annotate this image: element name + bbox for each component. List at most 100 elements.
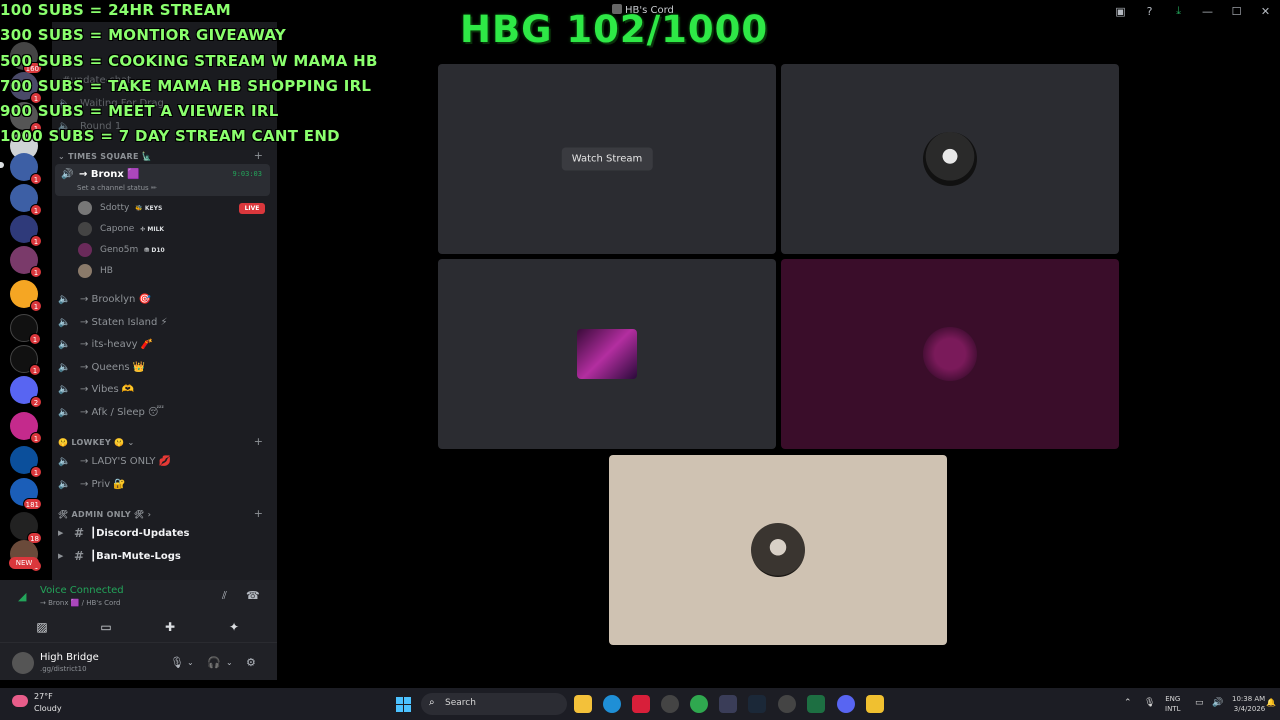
app-icon[interactable] <box>778 695 796 713</box>
activities-icon: ✚ <box>164 620 176 634</box>
mention-badge: 1 <box>30 300 42 312</box>
gear-icon[interactable]: ⚙ <box>246 656 256 669</box>
hash-icon: # <box>74 549 85 563</box>
voice-status-subtitle[interactable]: → Bronx 🟪 / HB's Cord <box>40 599 120 607</box>
language-indicator[interactable]: ENG INTL <box>1165 694 1180 714</box>
voice-user[interactable]: Capone ✢ MILK <box>78 220 164 238</box>
channel-afk-sleep[interactable]: 🔈 → Afk / Sleep 😴 <box>58 402 164 422</box>
discord-icon[interactable] <box>837 695 855 713</box>
noise-suppression-icon[interactable]: ⫽ <box>222 589 227 603</box>
user-name[interactable]: High Bridge <box>40 652 99 663</box>
microphone-icon[interactable]: 🎙 <box>1144 698 1155 708</box>
maximize-icon[interactable]: ☐ <box>1222 5 1251 18</box>
windows-start-icon[interactable] <box>396 697 412 713</box>
voice-status-title[interactable]: Voice Connected <box>40 585 124 596</box>
channel-ban-mute-logs[interactable]: ▶ # ┃Ban-Mute-Logs <box>58 546 181 566</box>
chrome-icon[interactable] <box>690 695 708 713</box>
add-channel-icon[interactable]: + <box>254 507 263 520</box>
channel-label: ┃Ban-Mute-Logs <box>90 550 181 562</box>
minimize-icon[interactable]: — <box>1193 5 1222 18</box>
steam-icon[interactable] <box>748 695 766 713</box>
participant-tile[interactable] <box>781 259 1119 449</box>
voice-user[interactable]: HB <box>78 262 113 280</box>
server-icon[interactable]: 181 <box>10 478 42 510</box>
participant-tile[interactable] <box>609 455 947 645</box>
signal-icon[interactable]: ◢ <box>18 590 26 603</box>
category-admin[interactable]: 🛠 ADMIN ONLY 🛠 › <box>58 510 151 519</box>
clock-time: 10:38 AM <box>1232 695 1266 703</box>
sub-goal-progress: HBG 102/1000 <box>460 8 769 51</box>
avatar <box>78 243 92 257</box>
server-icon[interactable]: 1 <box>10 412 42 444</box>
channel-discord-updates[interactable]: ▶ # ┃Discord-Updates <box>58 523 190 543</box>
goal-line: 100 SUBS = 24HR STREAM <box>0 1 231 19</box>
channel-its-heavy[interactable]: 🔈 → its-heavy 🧨 <box>58 334 153 354</box>
server-icon[interactable]: 1 <box>10 184 42 216</box>
edge-icon[interactable] <box>603 695 621 713</box>
store-icon[interactable] <box>866 695 884 713</box>
search-label: Search <box>445 698 476 708</box>
microphone-icon[interactable]: 🎙 <box>170 656 184 669</box>
category-times-square[interactable]: ⌄ TIMES SQUARE 🗽 <box>58 152 152 161</box>
app-icon[interactable] <box>807 695 825 713</box>
avatar <box>78 264 92 278</box>
user-tag: ⛃ D10 <box>144 246 165 254</box>
avatar[interactable] <box>12 652 34 674</box>
close-icon[interactable]: ✕ <box>1251 5 1280 18</box>
participant-tile[interactable] <box>781 64 1119 254</box>
server-icon[interactable]: 1 <box>10 246 42 278</box>
server-icon[interactable]: 1 <box>10 280 42 312</box>
server-icon[interactable]: 1 <box>10 345 41 376</box>
disconnect-icon[interactable]: ☎ <box>246 589 260 602</box>
channel-staten-island[interactable]: 🔈 → Staten Island ⚡ <box>58 312 168 332</box>
voice-user[interactable]: Sdotty 🐝 KEYS <box>78 199 162 217</box>
add-channel-icon[interactable]: + <box>254 435 263 448</box>
channel-priv[interactable]: 🔈 → Priv 🔐 <box>58 474 126 494</box>
voice-user[interactable]: Geno5m ⛃ D10 <box>78 241 165 259</box>
mention-badge: 1 <box>29 333 41 345</box>
search-icon: ⌕ <box>429 697 435 708</box>
app-icon[interactable] <box>719 695 737 713</box>
help-icon[interactable]: ? <box>1135 5 1164 18</box>
channel-status[interactable]: Set a channel status ✏ <box>77 184 157 192</box>
chevron-down-icon[interactable]: ⌄ <box>226 658 233 667</box>
channel-queens[interactable]: 🔈 → Queens 👑 <box>58 357 145 377</box>
server-icon[interactable]: 1 <box>10 446 42 478</box>
inbox-icon[interactable]: ▣ <box>1106 5 1135 18</box>
active-voice-channel[interactable]: 🔊 → Bronx 🟪 Set a channel status ✏ 9:03:… <box>55 164 270 196</box>
file-explorer-icon[interactable] <box>574 695 592 713</box>
taskbar-search[interactable]: ⌕ Search <box>421 693 567 715</box>
soundboard-icon: ✦ <box>228 620 240 634</box>
server-icon[interactable]: 1 <box>10 314 41 345</box>
mention-badge: 2 <box>30 396 42 408</box>
watch-stream-button[interactable]: Watch Stream <box>561 147 653 171</box>
category-lowkey[interactable]: 🤫 LOWKEY 🤫 ⌄ <box>58 438 134 447</box>
app-icon[interactable] <box>632 695 650 713</box>
stream-tile[interactable]: Watch Stream <box>438 64 776 254</box>
headphones-icon[interactable]: 🎧 <box>207 656 221 669</box>
notification-icon[interactable]: 🔔 <box>1266 698 1276 707</box>
discord-icon[interactable]: 2 <box>10 376 42 408</box>
channel-brooklyn[interactable]: 🔈 → Brooklyn 🎯 <box>58 289 151 309</box>
screen-share-button[interactable]: ▭ <box>76 616 136 638</box>
channel-vibes[interactable]: 🔈 → Vibes 🫶 <box>58 379 134 399</box>
camera-off-button[interactable]: ▨ <box>12 616 72 638</box>
user-tag: ✢ MILK <box>140 225 165 233</box>
channel-ladys-only[interactable]: 🔈 → LADY'S ONLY 💋 <box>58 451 171 471</box>
clock[interactable]: 10:38 AM 3/4/2026 <box>1232 694 1265 714</box>
screen-share-icon: ▭ <box>100 620 112 634</box>
chevron-up-icon[interactable]: ⌃ <box>1124 698 1132 708</box>
channel-label: → Staten Island ⚡ <box>80 316 168 328</box>
volume-icon[interactable]: 🔊 <box>1212 698 1223 708</box>
server-icon[interactable]: 18 <box>10 512 42 544</box>
network-icon[interactable]: ▭ <box>1195 698 1204 708</box>
app-icon[interactable] <box>661 695 679 713</box>
chevron-down-icon[interactable]: ⌄ <box>187 658 194 667</box>
activities-button[interactable]: ✚ <box>140 616 200 638</box>
mention-badge: 1 <box>30 432 42 444</box>
server-icon[interactable]: 1 <box>10 153 42 185</box>
server-icon[interactable]: 1 <box>10 215 42 247</box>
participant-tile[interactable] <box>438 259 776 449</box>
download-icon[interactable]: ⤓ <box>1164 4 1193 18</box>
soundboard-button[interactable]: ✦ <box>204 616 264 638</box>
